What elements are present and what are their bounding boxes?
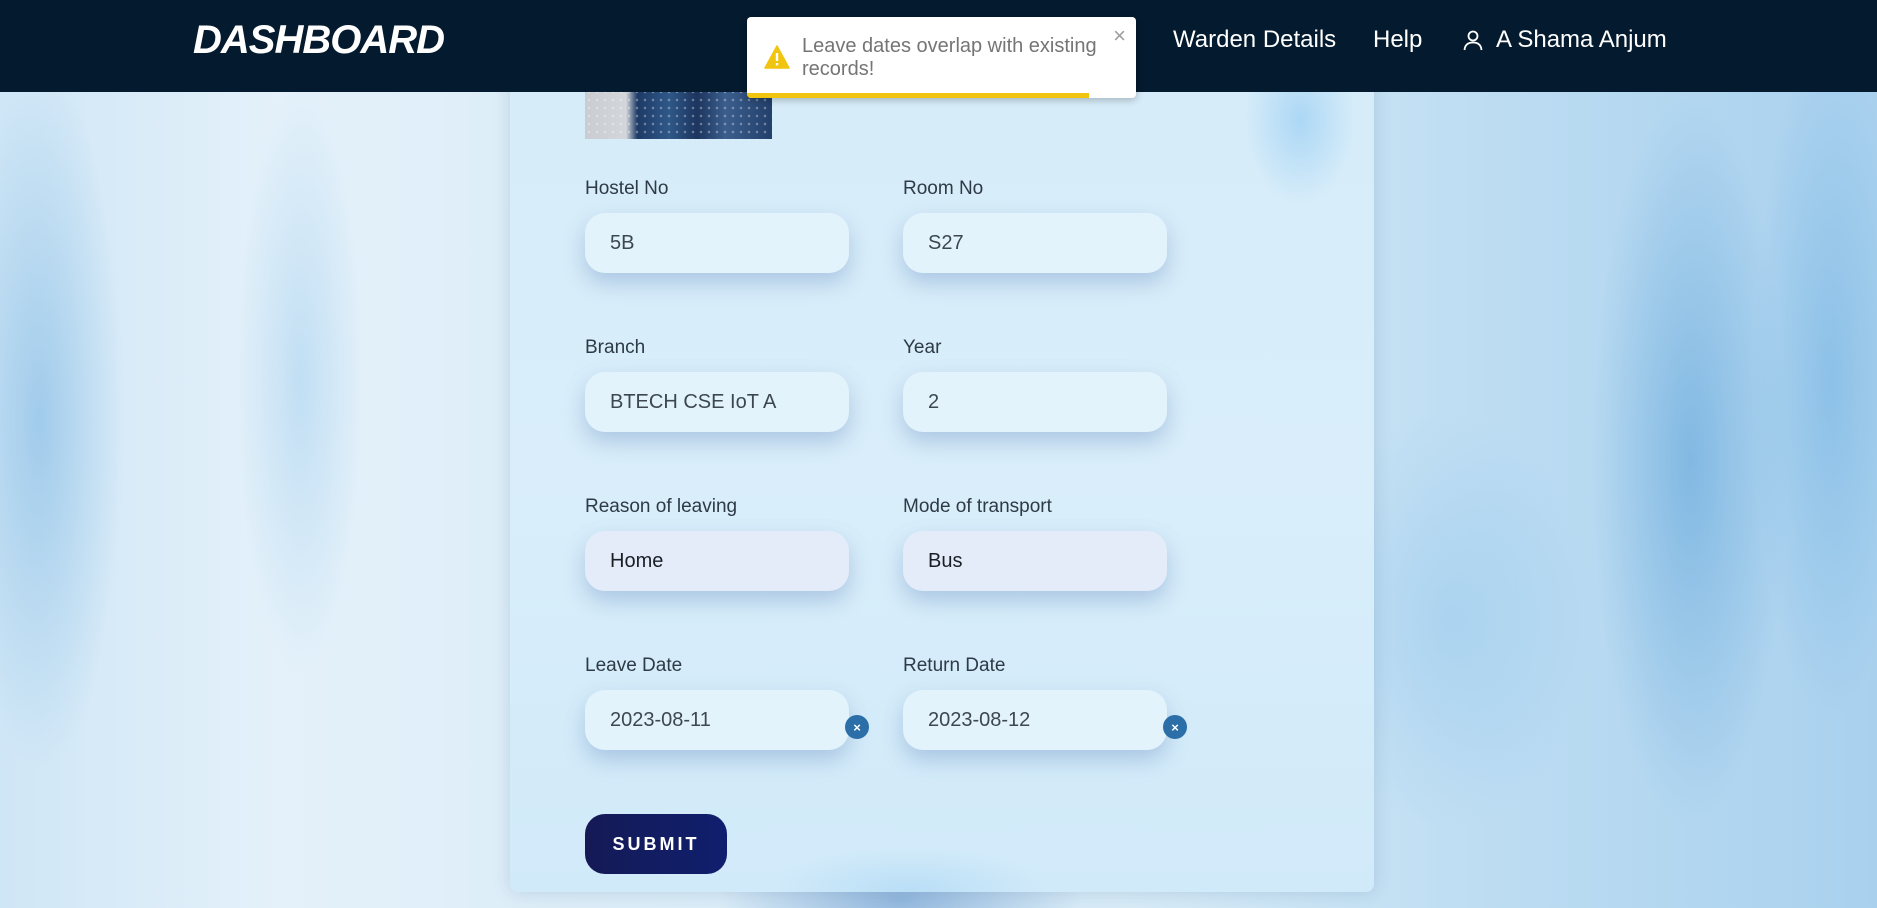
return-date-field[interactable]: 2023-08-12 xyxy=(903,690,1167,750)
nav-link-warden-details[interactable]: Warden Details xyxy=(1173,26,1336,54)
transport-label: Mode of transport xyxy=(903,496,1052,517)
reason-label: Reason of leaving xyxy=(585,496,738,517)
room-no-label: Room No xyxy=(903,178,984,199)
hostel-no-field[interactable]: 5B xyxy=(585,213,849,273)
warning-icon xyxy=(764,45,790,74)
room-no-field[interactable]: S27 xyxy=(903,213,1167,273)
hostel-no-label: Hostel No xyxy=(585,178,669,199)
year-label: Year xyxy=(903,337,942,358)
return-date-clear-button[interactable]: × xyxy=(1163,715,1187,739)
leave-date-clear-button[interactable]: × xyxy=(845,715,869,739)
warning-toast: Leave dates overlap with existing record… xyxy=(747,17,1136,98)
toast-close-button[interactable]: × xyxy=(1113,23,1126,49)
toast-message: Leave dates overlap with existing record… xyxy=(802,35,1097,80)
brand-logo[interactable]: DASHBOARD xyxy=(193,18,445,63)
branch-field[interactable]: BTECH CSE IoT A xyxy=(585,372,849,432)
year-field[interactable]: 2 xyxy=(903,372,1167,432)
leave-date-field[interactable]: 2023-08-11 xyxy=(585,690,849,750)
leave-date-label: Leave Date xyxy=(585,655,683,676)
return-date-label: Return Date xyxy=(903,655,1006,676)
user-menu[interactable]: A Shama Anjum xyxy=(1462,26,1667,54)
branch-label: Branch xyxy=(585,337,646,358)
transport-select[interactable]: Bus xyxy=(903,531,1167,591)
user-name: A Shama Anjum xyxy=(1496,26,1667,53)
user-icon xyxy=(1463,30,1483,51)
reason-select[interactable]: Home xyxy=(585,531,849,591)
toast-progress-bar xyxy=(747,93,1090,98)
submit-button[interactable]: SUBMIT xyxy=(585,814,727,874)
nav-link-help[interactable]: Help xyxy=(1373,26,1422,54)
